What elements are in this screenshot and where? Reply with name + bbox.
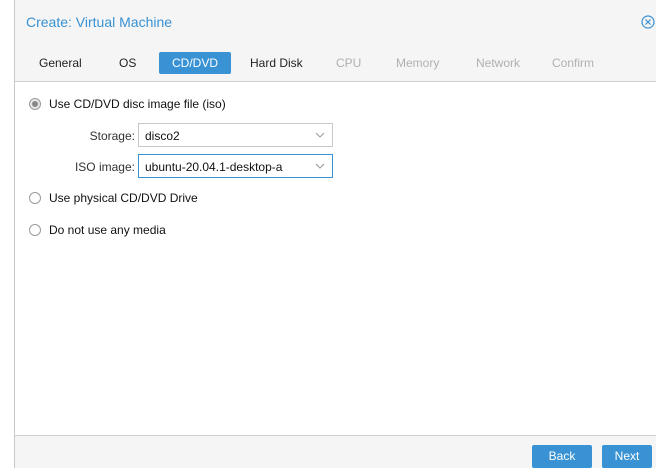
tab-cd-dvd[interactable]: CD/DVD [159,52,231,74]
storage-label: Storage: [89,129,135,143]
tab-memory: Memory [396,56,440,70]
background-edge [0,0,14,468]
dialog-footer: Back Next [15,436,656,468]
tab-cpu: CPU [336,56,362,70]
tab-confirm: Confirm [552,56,595,70]
option-iso-radio[interactable] [29,98,41,110]
dialog-title: Create: Virtual Machine [26,14,173,30]
option-physical-label: Use physical CD/DVD Drive [49,191,198,205]
iso-image-select[interactable]: ubuntu-20.04.1-desktop-a [138,154,333,178]
option-none-radio[interactable] [29,224,41,236]
create-vm-dialog: Create: Virtual Machine General OS CD/DV… [14,0,656,468]
dialog-titlebar: Create: Virtual Machine [15,0,656,44]
option-iso-row[interactable]: Use CD/DVD disc image file (iso) [29,96,329,114]
tab-os[interactable]: OS [109,52,146,74]
option-iso-label: Use CD/DVD disc image file (iso) [49,97,226,111]
iso-image-value: ubuntu-20.04.1-desktop-a [145,160,283,174]
tab-hard-disk[interactable]: Hard Disk [240,52,313,74]
storage-value: disco2 [145,129,180,143]
cd-dvd-panel: Use CD/DVD disc image file (iso) Storage… [15,82,656,436]
storage-select[interactable]: disco2 [138,123,333,147]
option-physical-row[interactable]: Use physical CD/DVD Drive [29,190,329,208]
close-icon[interactable] [641,15,655,29]
wizard-tab-bar: General OS CD/DVD Hard Disk CPU Memory N… [15,44,656,82]
back-button[interactable]: Back [532,445,592,468]
option-physical-radio[interactable] [29,192,41,204]
iso-image-label: ISO image: [74,160,135,174]
tab-general[interactable]: General [29,52,92,74]
option-none-row[interactable]: Do not use any media [29,222,329,240]
chevron-down-icon[interactable] [314,130,326,140]
tab-network: Network [476,56,521,70]
chevron-down-icon[interactable] [314,161,326,171]
next-button[interactable]: Next [602,445,652,468]
option-none-label: Do not use any media [49,223,166,237]
